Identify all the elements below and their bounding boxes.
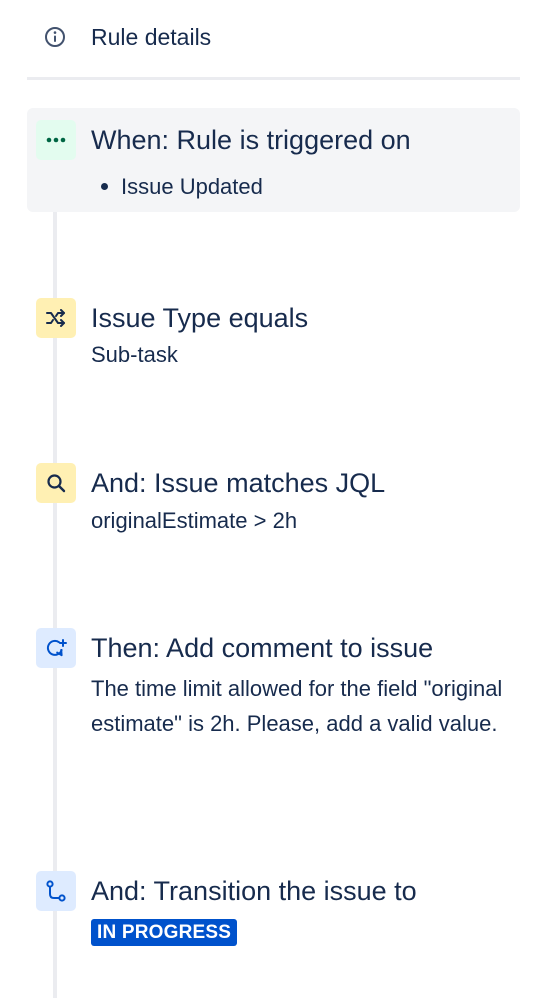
action-step-transition[interactable]: And: Transition the issue to IN PROGRESS (36, 871, 520, 951)
rule-details-link[interactable]: Rule details (44, 22, 211, 52)
status-lozenge: IN PROGRESS (91, 919, 238, 946)
step-subtitle: Sub-task (91, 342, 178, 367)
step-title: When: Rule is triggered on (91, 125, 411, 155)
info-icon (44, 26, 66, 48)
rule-summary-panel: Rule details When: Rule is triggered on … (0, 0, 539, 998)
branch-shuffle-icon (36, 298, 76, 338)
condition-step-issue-type[interactable]: Issue Type equals Sub-task (36, 298, 520, 378)
trigger-step[interactable]: When: Rule is triggered on Issue Updated (36, 120, 520, 210)
divider (27, 77, 520, 80)
comment-add-icon (36, 628, 76, 668)
step-title: And: Issue matches JQL (91, 468, 386, 498)
step-subtitle: originalEstimate > 2h (91, 508, 298, 533)
transition-icon (36, 871, 76, 911)
action-step-comment[interactable]: Then: Add comment to issue The time limi… (36, 628, 520, 778)
step-title: And: Transition the issue to (91, 876, 417, 906)
search-icon (36, 463, 76, 503)
step-subtitle: The time limit allowed for the field "or… (91, 676, 503, 736)
more-dots-icon (36, 120, 76, 160)
rule-details-label: Rule details (91, 23, 212, 50)
step-title: Then: Add comment to issue (91, 633, 434, 663)
trigger-bullet: Issue Updated (101, 172, 263, 202)
step-title: Issue Type equals (91, 303, 309, 333)
condition-step-jql[interactable]: And: Issue matches JQL originalEstimate … (36, 463, 520, 543)
